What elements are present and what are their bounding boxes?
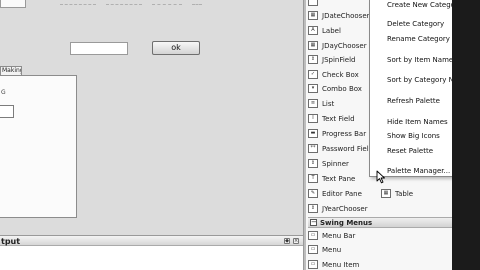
- panel-text-field[interactable]: [0, 105, 14, 118]
- palette-item-label: Progress Bar: [322, 129, 367, 138]
- palette-item-label-component[interactable]: A Label: [308, 24, 341, 37]
- designer-guide-line: [152, 4, 182, 5]
- palette-item-label: JYearChooser: [322, 204, 368, 213]
- palette-item-label: JSpinField: [322, 55, 356, 64]
- palette-item-label: Spinner: [322, 159, 349, 168]
- menubar-icon: ▭: [308, 231, 318, 240]
- menu-item-sort-by-item-name[interactable]: Sort by Item Name: [387, 56, 453, 65]
- palette-item-label: Password Field: [322, 144, 374, 153]
- palette-item-label: Check Box: [322, 70, 359, 79]
- menu-item-rename-category[interactable]: Rename Category: [387, 35, 450, 44]
- palette-item-table[interactable]: ▦ Table: [381, 187, 413, 200]
- menu-item-refresh-palette[interactable]: Refresh Palette: [387, 97, 440, 106]
- checkbox-icon: ✓: [308, 70, 318, 79]
- palette-item-label: Text Field: [322, 114, 355, 123]
- palette-item-partial[interactable]: [308, 0, 322, 8]
- jyearchooser-icon: ⇕: [308, 204, 318, 213]
- palette-item-jdatechooser[interactable]: ▦ JDateChooser: [308, 9, 370, 22]
- editorpane-icon: ✎: [308, 189, 318, 198]
- ok-button[interactable]: ok: [152, 41, 200, 55]
- menu-item-reset-palette[interactable]: Reset Palette: [387, 147, 433, 156]
- palette-item-label: Combo Box: [322, 84, 362, 93]
- list-icon: ≡: [308, 99, 318, 108]
- designer-guide-line: [106, 4, 142, 5]
- component-icon: [308, 0, 318, 6]
- palette-item-spinner[interactable]: ⇕ Spinner: [308, 157, 349, 170]
- menu-item-create-new-category[interactable]: Create New Category: [387, 1, 462, 10]
- palette-item-textfield[interactable]: I Text Field: [308, 112, 355, 125]
- menu-item-show-big-icons[interactable]: Show Big Icons: [387, 132, 440, 141]
- jspinfield-icon: ⇕: [308, 55, 318, 64]
- jdaychooser-icon: ▦: [308, 41, 318, 50]
- tab-making[interactable]: Making: [0, 66, 22, 75]
- palette-item-menu[interactable]: ▭ Menu: [308, 243, 341, 256]
- menuitem-icon: ▭: [308, 260, 318, 269]
- table-icon: ▦: [381, 189, 391, 198]
- palette-item-editorpane[interactable]: ✎ Editor Pane: [308, 187, 362, 200]
- textfield-icon: I: [308, 114, 318, 123]
- menu-item-hide-item-names[interactable]: Hide Item Names: [387, 118, 448, 127]
- output-panel-body[interactable]: [0, 246, 303, 270]
- palette-item-label: Editor Pane: [322, 189, 362, 198]
- palette-item-textpane[interactable]: T Text Pane: [308, 172, 355, 185]
- menu-item-palette-manager[interactable]: Palette Manager...: [387, 167, 450, 176]
- palette-item-jyearchooser[interactable]: ⇕ JYearChooser: [308, 202, 368, 215]
- close-icon[interactable]: ×: [293, 238, 299, 244]
- palette-item-checkbox[interactable]: ✓ Check Box: [308, 68, 359, 81]
- designer-guide-line: [60, 4, 96, 5]
- menu-item-delete-category[interactable]: Delete Category: [387, 20, 444, 29]
- jdatechooser-icon: ▦: [308, 11, 318, 20]
- palette-item-jspinfield[interactable]: ⇕ JSpinField: [308, 53, 356, 66]
- output-panel-header: tput ◆ ×: [0, 235, 303, 246]
- panel-label-fragment: G: [1, 89, 6, 96]
- restore-icon[interactable]: ◆: [284, 238, 290, 244]
- palette-item-list[interactable]: ≡ List: [308, 97, 334, 110]
- menu-icon: ▭: [308, 245, 318, 254]
- palette-item-jdaychooser[interactable]: ▦ JDayChooser: [308, 39, 367, 52]
- spinner-icon: ⇕: [308, 159, 318, 168]
- palette-item-passwordfield[interactable]: ** Password Field: [308, 142, 373, 155]
- output-title: tput: [1, 237, 21, 246]
- palette-item-label: JDayChooser: [322, 41, 367, 50]
- palette-item-label: Menu Item: [322, 260, 360, 269]
- palette-item-menuitem[interactable]: ▭ Menu Item: [308, 258, 359, 270]
- category-label: Swing Menus: [320, 218, 373, 227]
- palette-item-label: List: [322, 99, 335, 108]
- collapse-icon[interactable]: −: [310, 219, 317, 226]
- window-edge: [452, 0, 480, 270]
- palette-item-label: Table: [395, 189, 414, 198]
- palette-item-label: Text Pane: [322, 174, 356, 183]
- mouse-cursor-icon: [376, 170, 385, 184]
- passwordfield-icon: **: [308, 144, 318, 153]
- palette-item-label: Menu Bar: [322, 231, 356, 240]
- designer-text-field[interactable]: [70, 42, 128, 55]
- combobox-icon: ▾: [308, 84, 318, 93]
- palette-item-progressbar[interactable]: ▬ Progress Bar: [308, 127, 366, 140]
- progressbar-icon: ▬: [308, 129, 318, 138]
- category-swing-menus[interactable]: − Swing Menus: [308, 217, 452, 228]
- palette-item-label: Menu: [322, 245, 342, 254]
- palette-item-menubar[interactable]: ▭ Menu Bar: [308, 229, 355, 242]
- palette-item-label: Label: [322, 26, 341, 35]
- palette-item-combobox[interactable]: ▾ Combo Box: [308, 82, 362, 95]
- designer-component-edge[interactable]: [0, 0, 26, 8]
- palette-item-label: JDateChooser: [322, 11, 370, 20]
- designer-guide-line: [192, 4, 202, 5]
- textpane-icon: T: [308, 174, 318, 183]
- tabbed-panel-content[interactable]: [0, 75, 77, 218]
- label-icon: A: [308, 26, 318, 35]
